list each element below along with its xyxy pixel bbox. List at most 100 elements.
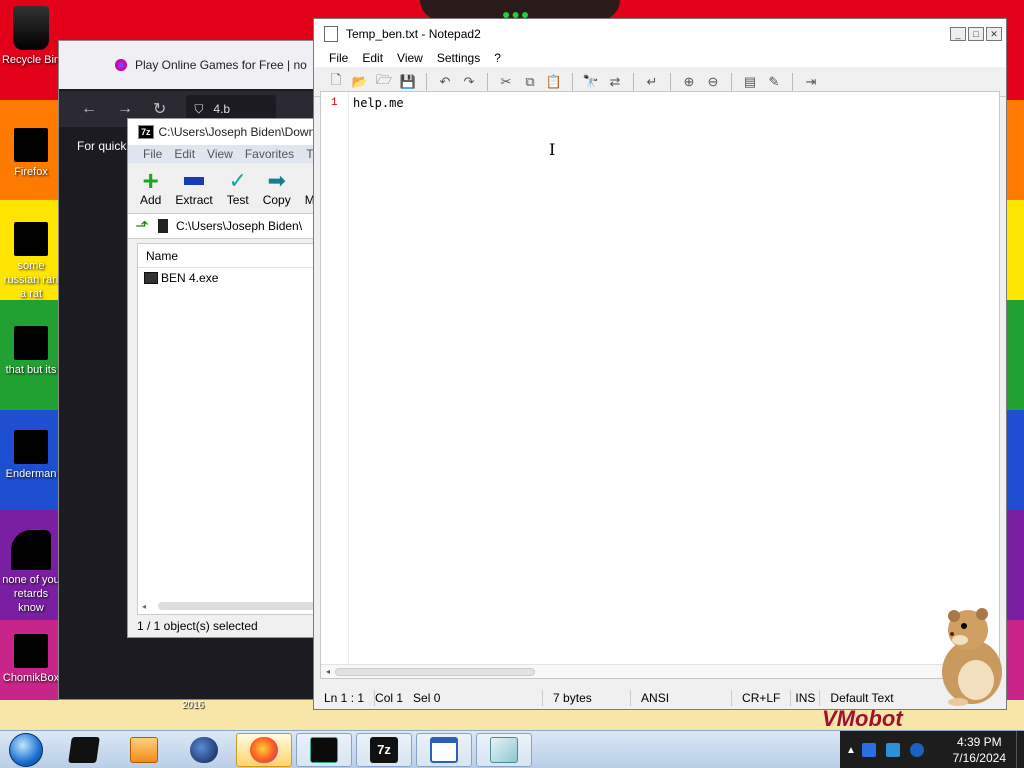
network-icon[interactable] [886,743,900,757]
taskbar-notepad2[interactable] [476,732,532,767]
exe-file-icon [144,272,158,284]
text-editor-area[interactable]: 1 help.me I ◂ ▸ [320,91,1000,679]
test-button[interactable]: ✓ Test [227,169,249,208]
menu-view[interactable]: View [397,51,423,65]
show-hidden-icons-icon[interactable]: ▲ [840,745,862,756]
taskbar: 7z ▲ 4:39 PM 7/16/2024 [0,730,1024,768]
word-wrap-icon[interactable]: ↵ [642,72,662,92]
editor-horizontal-scrollbar[interactable]: ◂ ▸ [321,664,999,678]
scrollbar-thumb[interactable] [335,667,535,676]
system-tray: ▲ 4:39 PM 7/16/2024 [840,731,1024,768]
new-file-icon[interactable]: 🗋 [326,72,346,92]
menu-file[interactable]: File [143,147,162,161]
extract-icon [184,169,205,193]
file-icon [14,326,48,360]
text-cursor-icon: I [549,140,556,159]
7zip-path-bar[interactable]: ⬏ C:\Users\Joseph Biden\ [128,213,320,239]
reload-icon[interactable]: ↻ [153,99,166,119]
7zip-horizontal-scrollbar[interactable]: ◂ [142,600,320,612]
path-text: C:\Users\Joseph Biden\ [176,219,303,233]
menu-edit[interactable]: Edit [174,147,195,161]
windows-orb-icon [9,732,43,767]
scroll-left-icon[interactable]: ◂ [142,602,146,611]
file-icon [14,222,48,256]
zoom-in-icon[interactable]: ⊕ [679,72,699,92]
desktop-icon-enderman[interactable]: Enderman [0,430,62,481]
taskbar-7zip[interactable]: 7z [356,732,412,767]
open-folder-icon[interactable]: 📂 [350,72,370,92]
taskbar-app-1[interactable] [56,733,112,767]
toolbar-separator [670,72,671,91]
save-icon[interactable]: 💾 [398,72,418,92]
desktop-icon-chomikbox[interactable]: ChomikBox [0,634,62,685]
close-icon[interactable]: ✕ [986,27,1002,41]
menu-edit[interactable]: Edit [362,51,383,65]
menu-favorites[interactable]: Favorites [245,147,294,161]
volume-icon[interactable] [910,743,924,757]
paste-icon[interactable]: 📋 [544,72,564,92]
replace-icon[interactable]: ⇄ [605,72,625,92]
toolbar-separator [633,72,634,91]
menu-view[interactable]: View [207,147,233,161]
shield-icon: ⛉ [194,101,204,116]
scheme-icon[interactable]: ▤ [740,72,760,92]
forward-arrow-icon[interactable]: → [117,100,133,118]
desktop-icon-firefox[interactable]: Firefox [0,128,62,179]
scroll-left-icon[interactable]: ◂ [321,667,335,676]
extract-button[interactable]: Extract [175,169,213,207]
browser-tab-title[interactable]: Play Online Games for Free | no [135,58,307,72]
taskbar-globe[interactable] [176,733,232,767]
desktop-icon-recycle-bin[interactable]: Recycle Bin [0,6,62,67]
editor-text[interactable]: help.me [353,96,404,110]
redo-icon[interactable]: ↷ [459,72,479,92]
wallpaper-year: 2016 [182,700,205,711]
taskbar-media-player[interactable] [116,733,172,767]
copy-label: Copy [262,193,291,207]
clock[interactable]: 4:39 PM 7/16/2024 [953,734,1006,766]
notepad2-titlebar[interactable]: Temp_ben.txt - Notepad2 _ □ ✕ [314,19,1006,49]
desktop-icon-that[interactable]: that but its [0,326,62,377]
menu-file[interactable]: File [329,51,348,65]
menu-help[interactable]: ? [494,51,501,65]
taskbar-window[interactable] [416,732,472,767]
taskbar-firefox[interactable] [236,732,292,767]
7zip-titlebar[interactable]: 7z C:\Users\Joseph Biden\Downloads [128,119,320,145]
chomikbox-icon [14,634,48,668]
list-item[interactable]: BEN 4.exe [138,268,320,288]
folder-up-icon[interactable]: ⬏ [132,216,152,236]
customize-scheme-icon[interactable]: ✎ [764,72,784,92]
7zip-status-text: 1 / 1 object(s) selected [137,619,258,633]
desktop-icon-rat[interactable]: some russian ran a rat [0,222,62,301]
show-desktop-button[interactable] [1016,731,1024,768]
zoom-out-icon[interactable]: ⊖ [703,72,723,92]
7zip-title: C:\Users\Joseph Biden\Downloads [158,125,320,139]
status-selection: Sel 0 [413,690,544,706]
desktop-icon-none-of-you[interactable]: none of you retards know [0,530,62,615]
menu-settings[interactable]: Settings [437,51,480,65]
add-button[interactable]: + Add [140,167,161,208]
minimize-icon[interactable]: _ [950,27,966,41]
scrollbar-thumb[interactable] [158,602,320,610]
line-number: 1 [331,97,338,109]
start-button[interactable] [0,731,52,768]
7zip-file-list[interactable]: Name BEN 4.exe ◂ [137,243,320,615]
maximize-icon[interactable]: □ [968,27,984,41]
copy-icon[interactable]: ⧉ [520,72,540,92]
copy-button[interactable]: ➡ Copy [262,169,291,208]
firefox-icon [250,736,278,763]
browse-icon[interactable]: 🗁 [374,72,394,92]
7zip-window[interactable]: 7z C:\Users\Joseph Biden\Downloads File … [127,118,321,638]
window-icon [430,736,458,763]
taskbar-terminal[interactable] [296,732,352,767]
hamster-image [942,608,1002,706]
app-icon [14,430,48,464]
app-icon [68,736,100,763]
tray-app-icon[interactable] [862,743,876,757]
undo-icon[interactable]: ↶ [435,72,455,92]
cut-icon[interactable]: ✂ [496,72,516,92]
exit-icon[interactable]: ⇥ [801,72,821,92]
column-header-name[interactable]: Name [138,244,320,268]
notepad2-window[interactable]: Temp_ben.txt - Notepad2 _ □ ✕ File Edit … [313,18,1007,710]
find-icon[interactable]: 🔭 [581,72,601,92]
back-arrow-icon[interactable]: ← [81,100,97,118]
